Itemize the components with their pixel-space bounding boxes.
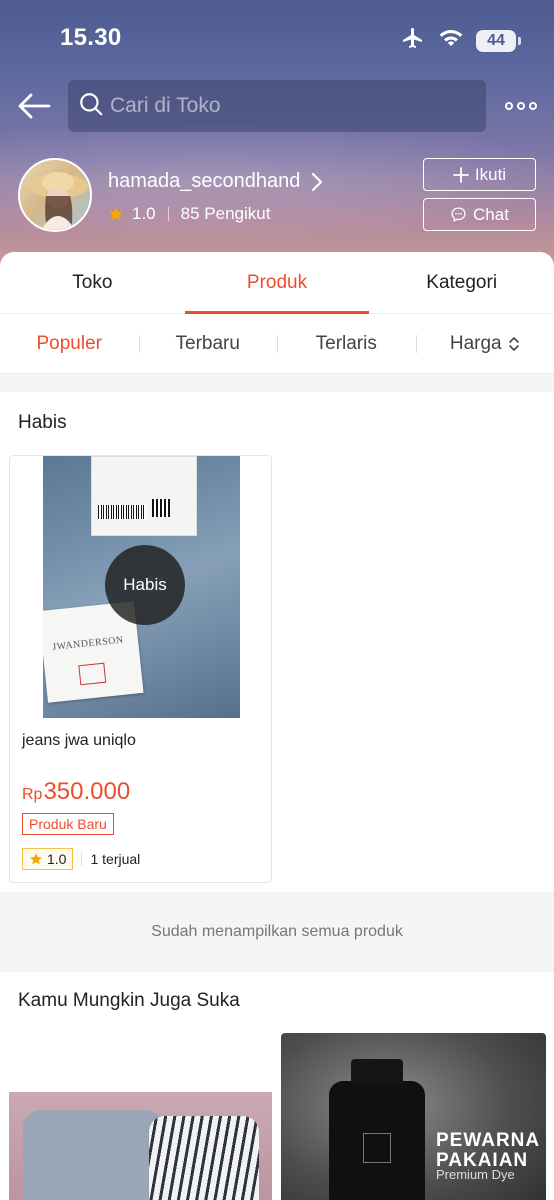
- new-product-badge: Produk Baru: [22, 813, 114, 835]
- divider: [81, 852, 83, 866]
- recommended-product-card[interactable]: [9, 1092, 272, 1200]
- wifi-icon: [438, 27, 464, 54]
- shop-meta: 1.0 85 Pengikut: [108, 204, 270, 224]
- product-rating-row: 1.0 1 terjual: [22, 848, 140, 870]
- avatar-image: [28, 172, 88, 230]
- follow-button[interactable]: Ikuti: [423, 158, 536, 191]
- striped-shirt-image: [149, 1116, 259, 1200]
- battery-indicator: 44: [476, 29, 521, 52]
- status-bar: 15.30 44: [0, 22, 554, 54]
- bottle-label: [363, 1133, 391, 1163]
- price-currency: Rp: [22, 786, 43, 803]
- section-gap: [0, 374, 554, 392]
- tab-produk[interactable]: Produk: [184, 252, 370, 314]
- ad-title: PEWARNA PAKAIAN: [436, 1130, 540, 1171]
- shop-rating: 1.0: [132, 204, 156, 223]
- shop-content-panel: Toko Produk Kategori Populer Terbaru Ter…: [0, 252, 554, 1200]
- search-icon: [78, 91, 104, 122]
- airplane-icon: [400, 26, 426, 55]
- chat-button[interactable]: Chat: [423, 198, 536, 231]
- product-card[interactable]: JWANDERSON Habis jeans jwa uniqlo Rp 350…: [9, 455, 272, 883]
- status-time: 15.30: [60, 24, 122, 51]
- end-of-list-message: Sudah menampilkan semua produk: [0, 892, 554, 972]
- chat-label: Chat: [473, 204, 509, 224]
- product-price: Rp 350.000: [22, 778, 130, 806]
- divider: [167, 207, 169, 221]
- chat-icon: [451, 207, 466, 223]
- shop-followers: 85 Pengikut: [180, 204, 271, 223]
- dot-icon: [517, 102, 525, 110]
- status-icons: 44: [400, 26, 521, 55]
- search-row: [0, 80, 554, 132]
- tab-kategori[interactable]: Kategori: [369, 252, 554, 313]
- cardigan-image: [23, 1110, 163, 1200]
- section-title-habis: Habis: [18, 412, 67, 433]
- ad-subtitle: Premium Dye: [436, 1167, 515, 1182]
- price-tag: [91, 456, 197, 536]
- recommended-product-card[interactable]: PEWARNA PAKAIAN Premium Dye: [281, 1033, 546, 1200]
- sort-harga-label: Harga: [449, 332, 502, 354]
- sort-populer[interactable]: Populer: [0, 333, 139, 355]
- barcode: [98, 505, 146, 519]
- shop-tabs: Toko Produk Kategori: [0, 252, 554, 314]
- dot-icon: [529, 102, 537, 110]
- sort-terlaris[interactable]: Terlaris: [277, 333, 416, 355]
- product-sold-count: 1 terjual: [90, 851, 141, 867]
- hang-tag-brand: JWANDERSON: [51, 634, 125, 653]
- tab-toko[interactable]: Toko: [0, 252, 185, 313]
- plus-icon: [453, 166, 469, 183]
- recommendations-title: Kamu Mungkin Juga Suka: [18, 990, 240, 1011]
- sort-harga[interactable]: Harga: [415, 332, 554, 355]
- sort-arrows-icon: [508, 336, 519, 351]
- shop-name: hamada_secondhand: [108, 170, 301, 192]
- dot-icon: [505, 102, 513, 110]
- more-options-button[interactable]: [504, 94, 538, 118]
- star-icon: [30, 853, 42, 865]
- search-input[interactable]: [110, 94, 470, 118]
- dye-bottle-image: [329, 1059, 425, 1200]
- shop-avatar[interactable]: [18, 158, 92, 232]
- follow-label: Ikuti: [474, 164, 507, 184]
- shop-profile: hamada_secondhand 1.0 85 Pengikut Ikuti …: [0, 158, 554, 234]
- arrow-left-icon: [18, 93, 51, 119]
- product-rating: 1.0: [47, 851, 67, 867]
- search-box[interactable]: [68, 80, 486, 132]
- price-value: 350.000: [43, 778, 131, 805]
- star-icon: [109, 207, 123, 221]
- product-rating-badge: 1.0: [22, 848, 74, 870]
- product-name: jeans jwa uniqlo: [22, 732, 136, 749]
- sort-terbaru[interactable]: Terbaru: [138, 333, 278, 355]
- chevron-right-icon: [312, 172, 323, 191]
- qr-code: [152, 499, 170, 517]
- hang-tag-logo: [78, 662, 107, 686]
- shop-name-link[interactable]: hamada_secondhand: [108, 170, 324, 193]
- sold-out-overlay: Habis: [105, 545, 185, 625]
- back-button[interactable]: [14, 86, 54, 126]
- sort-bar: Populer Terbaru Terlaris Harga: [0, 314, 554, 374]
